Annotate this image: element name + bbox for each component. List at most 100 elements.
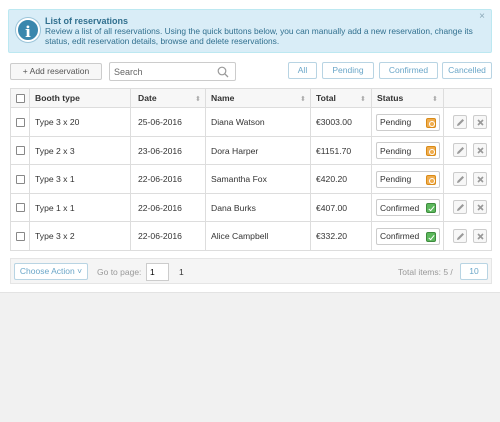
close-icon: [477, 176, 484, 183]
cell-booth-type: Type 3 x 20: [35, 117, 80, 127]
status-select[interactable]: Pending: [376, 142, 440, 159]
info-text: Review a list of all reservations. Using…: [45, 26, 473, 46]
header-total[interactable]: Total: [316, 89, 336, 107]
pencil-icon: [457, 147, 464, 154]
header-status[interactable]: Status: [377, 89, 403, 107]
cell-date: 22-06-2016: [138, 231, 182, 241]
clock-icon: [426, 174, 436, 185]
delete-button[interactable]: [473, 115, 487, 129]
cell-total: €420.20: [316, 174, 348, 184]
table-header-row: Booth type Date ⬍ Name ⬍ Total ⬍ Status …: [11, 88, 491, 108]
pencil-icon: [457, 233, 464, 240]
status-label: Pending: [380, 174, 412, 184]
filter-confirmed-button[interactable]: Confirmed: [379, 62, 438, 79]
check-icon: [426, 203, 436, 213]
cell-booth-type: Type 2 x 3: [35, 145, 75, 156]
empty-area: [0, 292, 500, 422]
cell-date: 22-06-2016: [138, 174, 182, 184]
cell-booth-type: Type 3 x 2: [35, 231, 75, 241]
header-booth-type[interactable]: Booth type: [35, 89, 80, 107]
per-page-dropdown[interactable]: 10: [460, 263, 488, 280]
status-label: Pending: [380, 117, 412, 127]
edit-button[interactable]: [453, 172, 467, 186]
cell-date: 22-06-2016: [138, 202, 182, 213]
cell-total: €3003.00: [316, 117, 352, 127]
sort-icon[interactable]: ⬍: [432, 95, 438, 103]
filter-cancelled-button[interactable]: Cancelled: [442, 62, 492, 79]
search-icon[interactable]: [217, 66, 229, 78]
search-box: [109, 62, 236, 81]
info-title: List of reservations: [45, 16, 129, 26]
goto-page-label: Go to page:: [97, 267, 142, 277]
delete-button[interactable]: [473, 143, 487, 157]
status-label: Confirmed: [380, 231, 420, 241]
edit-button[interactable]: [453, 229, 467, 243]
filter-all-button[interactable]: All: [288, 62, 317, 79]
close-icon: [477, 204, 484, 211]
reservations-table: Booth type Date ⬍ Name ⬍ Total ⬍ Status …: [10, 88, 492, 251]
info-icon: i: [16, 18, 40, 42]
cell-total: €407.00: [316, 202, 348, 213]
sort-icon[interactable]: ⬍: [195, 95, 201, 103]
delete-button[interactable]: [473, 200, 487, 214]
reservations-panel: i List of reservations Review a list of …: [0, 0, 500, 292]
pencil-icon: [457, 204, 464, 211]
table-row: Type 3 x 20 25-06-2016 Diana Watson €300…: [11, 108, 491, 137]
status-select[interactable]: Pending: [376, 113, 440, 131]
select-all-cell: [16, 89, 25, 107]
delete-button[interactable]: [473, 229, 487, 243]
sort-icon[interactable]: ⬍: [300, 95, 306, 103]
header-date[interactable]: Date: [138, 89, 157, 107]
close-icon: [477, 119, 484, 126]
status-select[interactable]: Pending: [376, 170, 440, 188]
delete-button[interactable]: [473, 172, 487, 186]
cell-total: €1151.70: [316, 145, 352, 156]
pencil-icon: [457, 176, 464, 183]
clock-icon: [426, 146, 436, 156]
cell-name: Alice Campbell: [211, 231, 269, 241]
cell-total: €332.20: [316, 231, 348, 241]
pencil-icon: [457, 119, 464, 126]
toolbar: + Add reservation All Pending Confirmed …: [10, 62, 492, 82]
close-icon[interactable]: ×: [479, 11, 485, 22]
cell-name: Dora Harper: [211, 145, 259, 156]
table-row: Type 1 x 1 22-06-2016 Dana Burks €407.00…: [11, 194, 491, 222]
search-input[interactable]: [114, 65, 209, 78]
cell-booth-type: Type 3 x 1: [35, 174, 75, 184]
goto-page-input[interactable]: [146, 263, 169, 281]
cell-name: Samantha Fox: [211, 174, 267, 184]
row-checkbox[interactable]: [16, 203, 25, 212]
edit-button[interactable]: [453, 115, 467, 129]
check-icon: [426, 231, 436, 242]
header-name[interactable]: Name: [211, 89, 234, 107]
cell-name: Diana Watson: [211, 117, 265, 127]
status-select[interactable]: Confirmed: [376, 199, 440, 216]
status-label: Pending: [380, 145, 412, 156]
status-select[interactable]: Confirmed: [376, 227, 440, 245]
row-checkbox[interactable]: [16, 146, 25, 155]
cell-name: Dana Burks: [211, 202, 256, 213]
row-checkbox[interactable]: [16, 174, 25, 184]
table-row: Type 2 x 3 23-06-2016 Dora Harper €1151.…: [11, 137, 491, 165]
filter-pending-button[interactable]: Pending: [322, 62, 374, 79]
close-icon: [477, 233, 484, 240]
sort-icon[interactable]: ⬍: [360, 95, 366, 103]
add-reservation-button[interactable]: + Add reservation: [10, 63, 102, 80]
edit-button[interactable]: [453, 143, 467, 157]
close-icon: [477, 147, 484, 154]
row-checkbox[interactable]: [16, 231, 25, 241]
table-footer: Choose Action ˅ Go to page: 1 Total item…: [10, 258, 492, 284]
select-all-checkbox[interactable]: [16, 93, 25, 103]
table-row: Type 3 x 1 22-06-2016 Samantha Fox €420.…: [11, 165, 491, 194]
page-count: 1: [179, 267, 184, 277]
clock-icon: [426, 117, 436, 128]
cell-date: 25-06-2016: [138, 117, 182, 127]
edit-button[interactable]: [453, 200, 467, 214]
info-alert: i List of reservations Review a list of …: [8, 9, 492, 53]
table-row: Type 3 x 2 22-06-2016 Alice Campbell €33…: [11, 222, 491, 251]
status-label: Confirmed: [380, 202, 420, 213]
cell-booth-type: Type 1 x 1: [35, 202, 75, 213]
total-items-label: Total items: 5 /: [398, 267, 453, 277]
choose-action-dropdown[interactable]: Choose Action ˅: [14, 263, 88, 280]
row-checkbox[interactable]: [16, 117, 25, 127]
